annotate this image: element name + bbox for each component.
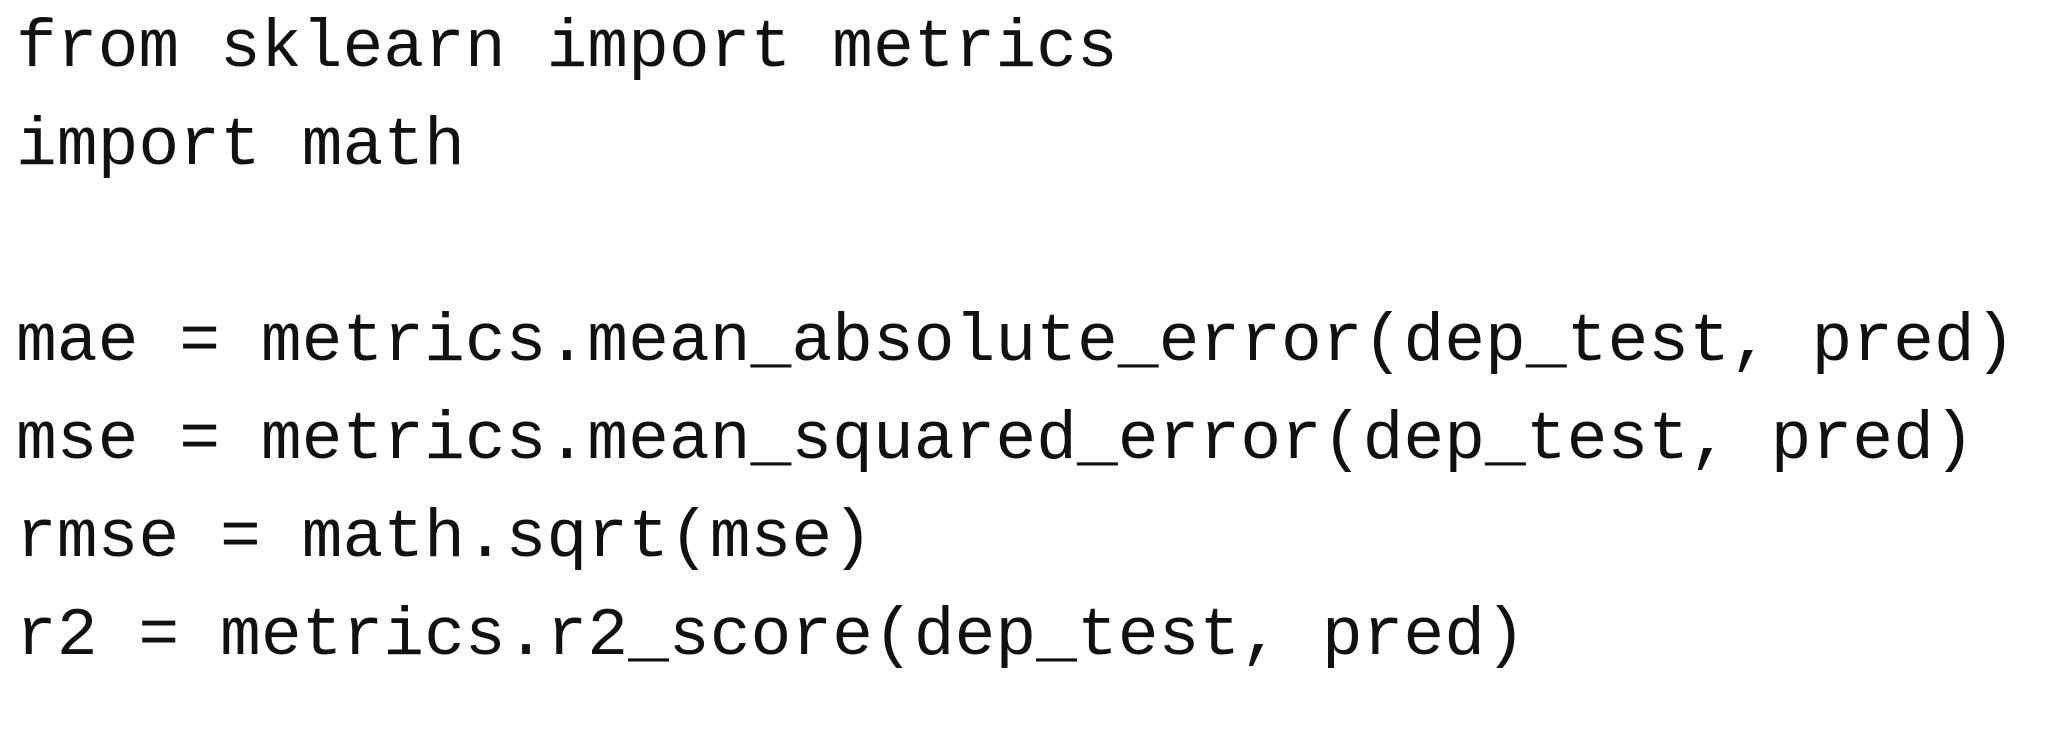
- code-snippet: from sklearn import metrics import math …: [16, 0, 2036, 686]
- code-line-mse: mse = metrics.mean_squared_error(dep_tes…: [16, 402, 1975, 479]
- code-line-r2: r2 = metrics.r2_score(dep_test, pred): [16, 598, 1526, 675]
- code-line-mae: mae = metrics.mean_absolute_error(dep_te…: [16, 304, 2016, 381]
- code-line-import-metrics: from sklearn import metrics: [16, 10, 1118, 87]
- code-line-rmse: rmse = math.sqrt(mse): [16, 500, 873, 577]
- code-line-import-math: import math: [16, 108, 465, 185]
